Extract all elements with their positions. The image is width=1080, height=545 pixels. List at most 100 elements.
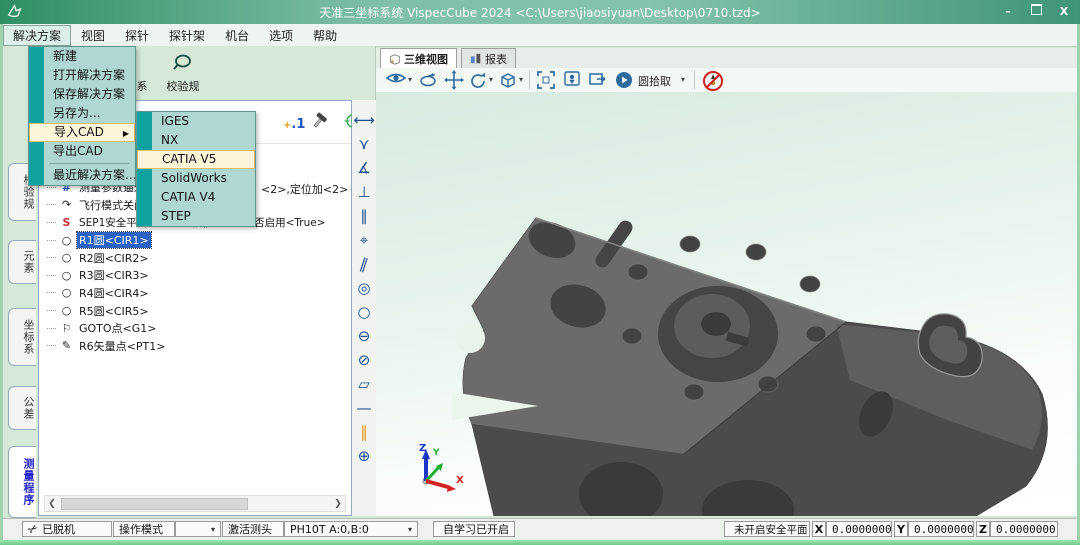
true-position-icon[interactable]: ⊕ [352,446,376,466]
disconnected-icon: ✂ [25,520,41,537]
3d-view-icon [389,53,401,65]
scrollbar-thumb[interactable] [61,498,248,510]
viewport-tab-bar: 三维视图 报表 [376,48,1077,69]
pick-dropdown-caret[interactable]: ▾ [681,75,685,84]
tree-row[interactable]: ○R2圆<CIR2> [43,249,349,267]
angularity-icon[interactable]: ∥ [349,251,378,277]
angle-icon[interactable]: ∡ [352,158,376,178]
tab-elements[interactable]: 元素 [8,240,36,284]
restore-button[interactable] [1023,4,1049,20]
rotate-view-button[interactable] [468,70,488,90]
pick-mode-label[interactable]: 圆拾取 [638,73,671,89]
tab-tolerance[interactable]: 公差 [8,386,36,430]
flatness-icon[interactable]: ▱ [352,374,376,394]
menu-help[interactable]: 帮助 [303,25,347,46]
tree-connector [47,292,56,293]
tree-row[interactable]: ○R4圆<CIR4> [43,284,349,302]
menu-solution[interactable]: 解决方案 [3,25,71,46]
z-axis-label: Z [976,521,990,537]
menu-item-import-cad[interactable]: 导入CAD ▶ [29,123,135,142]
parallelism-icon[interactable]: ∥ [352,206,376,226]
position-icon[interactable]: ⌖ [352,230,376,250]
menu-item-new[interactable]: 新建 [29,47,135,66]
symmetry-icon[interactable]: ⊖ [352,326,376,346]
tree-horizontal-scrollbar[interactable]: ❮ ❯ [44,495,346,512]
circle-feature-icon: ○ [59,251,74,264]
tree-connector [47,240,56,241]
eye-dropdown-caret[interactable]: ▾ [408,75,412,84]
menu-item-export-cad[interactable]: 导出CAD [29,142,135,161]
probe-disabled-button[interactable] [702,70,722,90]
cube-icon [498,70,518,90]
menu-machine[interactable]: 机台 [215,25,259,46]
submenu-item-catia-v4[interactable]: CATIA V4 [137,188,255,207]
tab-measure-program[interactable]: 测量程序 [8,446,36,518]
3d-viewport[interactable]: Z Y X [376,92,1078,516]
perpendicularity-icon[interactable]: ⊥ [352,182,376,202]
tree-row[interactable]: ○R3圆<CIR3> [43,267,349,285]
window-select-button[interactable] [588,70,608,90]
submenu-item-step[interactable]: STEP [137,207,255,226]
pan-button[interactable] [444,70,464,90]
y-coordinate-value: 0.0000000 [908,521,974,537]
window-arrow-icon [588,70,608,90]
goto-flag-icon: ⚐ [59,322,74,335]
decimal-places-button[interactable]: +.1 [283,113,305,132]
submenu-item-catia-v5[interactable]: CATIA V5 [137,150,255,169]
minimize-button[interactable]: – [995,4,1021,20]
scroll-left-arrow[interactable]: ❮ [45,499,59,509]
fit-view-button[interactable] [536,70,556,90]
view-visibility-button[interactable] [386,70,406,90]
import-cad-submenu: IGES NX CATIA V5 SolidWorks CATIA V4 STE… [136,111,256,227]
title-bar: 天准三坐标系统 VispecCube 2024 <C:\Users\jiaosi… [0,0,1080,24]
play-pick-button[interactable] [614,70,634,90]
operation-mode-select[interactable]: ▾ [175,521,221,537]
pan-icon [444,70,464,90]
tree-connector [47,345,56,346]
tab-3d-view[interactable]: 三维视图 [380,48,457,68]
distance-icon[interactable]: ⟷ [352,110,376,130]
runout-icon[interactable]: ⊘ [352,350,376,370]
menu-item-open-solution[interactable]: 打开解决方案 [29,66,135,85]
cube-dropdown-caret[interactable]: ▾ [519,75,523,84]
menu-item-recent-solutions[interactable]: 最近解决方案... [29,166,135,185]
menu-probe-rack[interactable]: 探针架 [159,25,215,46]
menu-probe[interactable]: 探针 [115,25,159,46]
close-button[interactable]: X [1051,4,1077,20]
calibration-gauge-label: 校验规 [167,80,200,93]
scroll-right-arrow[interactable]: ❯ [331,499,345,509]
menu-item-save-solution[interactable]: 保存解决方案 [29,85,135,104]
submenu-item-nx[interactable]: NX [137,131,255,150]
submenu-item-iges[interactable]: IGES [137,112,255,131]
menu-view[interactable]: 视图 [71,25,115,46]
menu-item-save-as[interactable]: 另存为... [29,104,135,123]
hammer-tool-button[interactable] [311,111,331,135]
calibration-gauge-button[interactable]: 校验规 [155,52,211,96]
straightness-icon[interactable]: — [352,398,376,418]
submenu-item-solidworks[interactable]: SolidWorks [137,169,255,188]
circularity-icon[interactable]: ○ [352,302,376,322]
location-pin-icon [562,70,582,90]
x-coordinate-value: 0.0000000 [826,521,892,537]
rotate-dropdown-caret[interactable]: ▾ [489,75,493,84]
tree-connector [47,222,56,223]
tab-coordinate-systems[interactable]: 坐标系 [8,308,36,366]
concentricity-icon[interactable]: ◎ [352,278,376,298]
tab-report[interactable]: 报表 [461,48,516,68]
menu-options[interactable]: 选项 [259,25,303,46]
circle-feature-icon: ○ [59,269,74,282]
orbit-button[interactable] [418,70,438,90]
angle-between-icon[interactable]: ⋎ [352,134,376,154]
tree-row[interactable]: ⚐GOTO点<G1> [43,319,349,337]
toolbar-separator [694,71,695,89]
offline-status: ✂ 已脱机 [22,521,112,537]
active-probe-select[interactable]: PH10T A:0,B:0 ▾ [284,521,418,537]
tree-row-selected[interactable]: ○R1圆<CIR1> [43,231,349,249]
tree-row[interactable]: ○R5圆<CIR5> [43,302,349,320]
dropdown-caret-icon: ▾ [211,525,215,534]
parallel-lines-icon[interactable]: ‖ [352,422,376,442]
locate-button[interactable] [562,70,582,90]
tree-row[interactable]: ✎R6矢量点<PT1> [43,337,349,355]
view-cube-button[interactable] [498,70,518,90]
restore-icon [1031,4,1042,15]
